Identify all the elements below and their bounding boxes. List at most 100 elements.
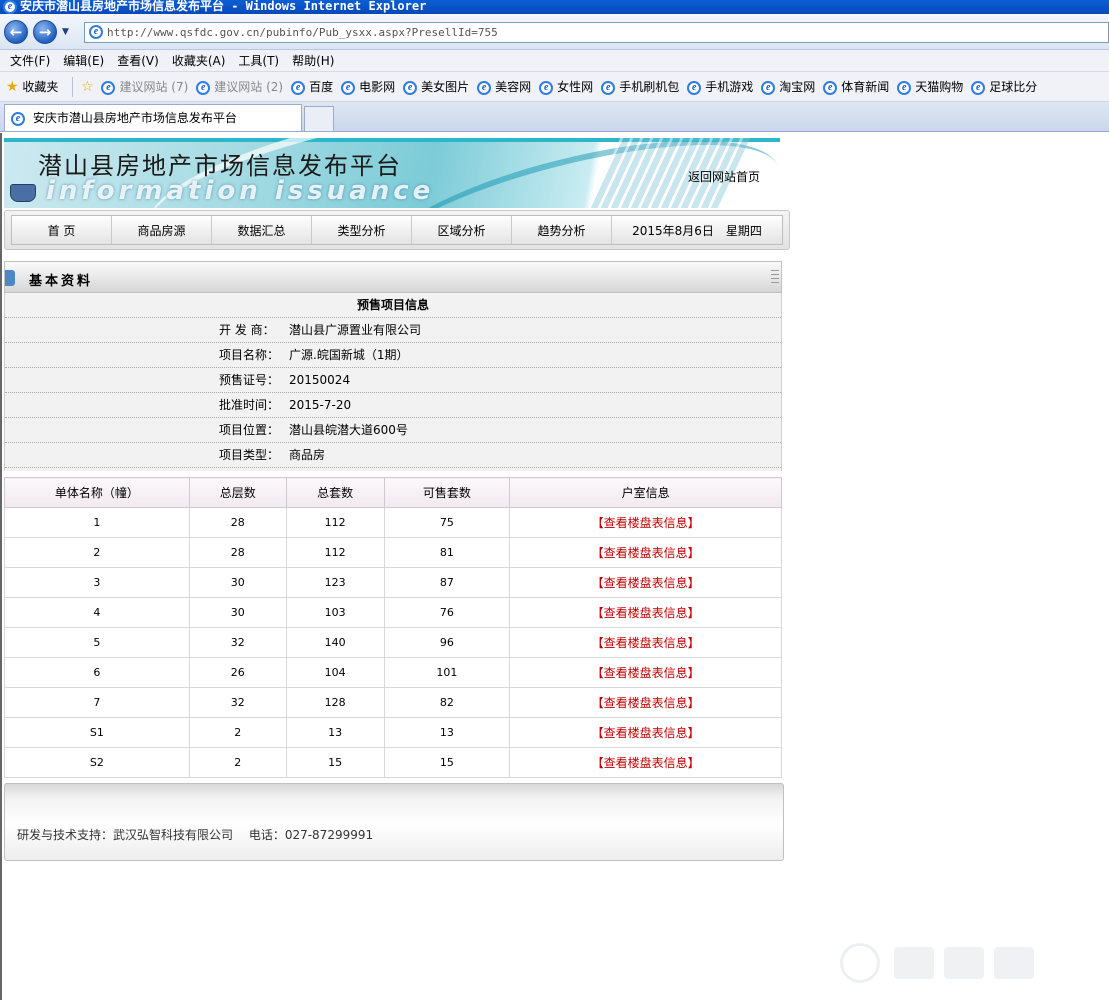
menu-item[interactable]: 收藏夹(A): [172, 50, 226, 72]
favorite-label: 美容网: [495, 80, 532, 94]
table-cell: 5: [4, 627, 190, 658]
nav-item[interactable]: 首 页: [12, 216, 112, 244]
back-home-link[interactable]: 返回网站首页: [688, 168, 760, 185]
menu-item[interactable]: 编辑(E): [63, 50, 104, 72]
favorite-link[interactable]: e 百度: [291, 72, 334, 101]
page-footer: 研发与技术支持：武汉弘智科技有限公司 电话：027-87299991: [4, 783, 784, 861]
table-cell: 2: [188, 747, 287, 778]
favorites-button[interactable]: ★ 收藏夹: [6, 72, 59, 101]
table-cell: 103: [285, 597, 385, 628]
favorite-link[interactable]: e 天猫购物: [897, 72, 963, 101]
favorite-link[interactable]: e 手机刷机包: [601, 72, 680, 101]
nav-item[interactable]: 区域分析: [412, 216, 512, 244]
view-floorplan-link[interactable]: 【查看楼盘表信息】: [509, 597, 782, 628]
watermark-glyph: [994, 947, 1034, 979]
favorite-link[interactable]: e 女性网: [539, 72, 593, 101]
table-row: 1 28 112 75 【查看楼盘表信息】: [4, 507, 782, 538]
favorite-link[interactable]: e 建议网站 (2): [196, 72, 283, 101]
favorite-link[interactable]: e 建议网站 (7): [101, 72, 189, 101]
favorite-ie-icon: e: [539, 80, 554, 95]
table-row: 5 32 140 96 【查看楼盘表信息】: [4, 627, 782, 658]
new-tab-button[interactable]: [304, 106, 334, 131]
favorite-label: 足球比分: [989, 80, 1038, 94]
favorite-label: 体育新闻: [841, 80, 890, 94]
info-value: 20150024: [289, 373, 351, 387]
favorite-link[interactable]: e 电影网: [341, 72, 396, 101]
history-dropdown-icon[interactable]: ▼: [62, 27, 69, 37]
view-floorplan-link[interactable]: 【查看楼盘表信息】: [509, 657, 782, 688]
favorite-label: 手机刷机包: [619, 80, 680, 94]
favorite-link[interactable]: e 足球比分: [971, 72, 1038, 101]
favorite-link[interactable]: e 淘宝网: [761, 72, 816, 101]
table-cell: 26: [188, 657, 287, 688]
nav-item[interactable]: 类型分析: [312, 216, 412, 244]
favorites-label: 收藏夹: [22, 80, 59, 94]
favorite-label: 百度: [309, 80, 334, 94]
table-body: 1 28 112 75 【查看楼盘表信息】 2 28 112 81 【查看楼盘表信息】 3 30 123…: [4, 507, 782, 778]
favorite-label: 建议网站 (7): [119, 80, 189, 94]
menu-item[interactable]: 工具(T): [238, 50, 279, 72]
nav-item[interactable]: 趋势分析: [512, 216, 612, 244]
table-cell: 101: [383, 657, 511, 688]
favorite-ie-icon: e: [477, 80, 492, 95]
table-cell: 104: [285, 657, 385, 688]
favorite-label: 淘宝网: [779, 80, 816, 94]
info-row: 项目名称： 广源.皖国新城（1期）: [5, 343, 781, 368]
view-floorplan-link[interactable]: 【查看楼盘表信息】: [509, 567, 782, 598]
add-favorite-icon[interactable]: ☆: [81, 72, 94, 101]
page-ie-icon: e: [89, 25, 103, 39]
table-cell: 28: [188, 537, 287, 568]
section-title: 基本资料: [29, 274, 94, 289]
watermark-glyph: [944, 947, 984, 979]
menu-item[interactable]: 查看(V): [117, 50, 159, 72]
banner-logo-icon: [10, 184, 36, 202]
info-row: 项目类型： 商品房: [5, 443, 781, 468]
presale-info-panel: 预售项目信息 开 发 商： 潜山县广源置业有限公司 项目名称： 广源.皖国新城（1期）…: [4, 293, 782, 471]
info-value: 商品房: [289, 448, 326, 462]
view-floorplan-link[interactable]: 【查看楼盘表信息】: [509, 747, 782, 778]
menu-item[interactable]: 文件(F): [10, 50, 50, 72]
favorites-star-icon: ★: [6, 79, 19, 95]
view-floorplan-link[interactable]: 【查看楼盘表信息】: [509, 717, 782, 748]
favorite-ie-icon: e: [196, 80, 211, 95]
favorite-link[interactable]: e 美容网: [477, 72, 532, 101]
table-row: 7 32 128 82 【查看楼盘表信息】: [4, 687, 782, 718]
tab-title: 安庆市潜山县房地产市场信息发布平台: [32, 111, 237, 125]
menu-item[interactable]: 帮助(H): [292, 50, 334, 72]
favorites-bar: ★ 收藏夹 ☆ e 建议网站 (7) e 建议网站 (2) e 百度 e 电影网 e 美女图片 e 美…: [0, 72, 1109, 102]
table-row: 3 30 123 87 【查看楼盘表信息】: [4, 567, 782, 598]
column-header: 单体名称（幢）: [4, 477, 190, 508]
favorite-link[interactable]: e 美女图片: [403, 72, 470, 101]
favorite-link[interactable]: e 手机游戏: [687, 72, 754, 101]
back-button[interactable]: ←: [4, 20, 28, 44]
table-cell: 15: [285, 747, 385, 778]
favorite-label: 手机游戏: [705, 80, 754, 94]
favorite-ie-icon: e: [403, 80, 418, 95]
site-subtitle: information issuance: [46, 176, 435, 206]
favorite-label: 电影网: [359, 80, 396, 94]
tab-bar: e 安庆市潜山县房地产市场信息发布平台: [0, 102, 1109, 132]
info-value: 广源.皖国新城（1期）: [289, 348, 409, 362]
nav-item[interactable]: 数据汇总: [212, 216, 312, 244]
view-floorplan-link[interactable]: 【查看楼盘表信息】: [509, 537, 782, 568]
favorite-ie-icon: e: [761, 80, 776, 95]
info-value: 潜山县皖潜大道600号: [289, 423, 408, 437]
table-cell: 2: [4, 537, 190, 568]
nav-date: 2015年8月6日 星期四: [632, 224, 762, 238]
address-bar[interactable]: e http://www.qsfdc.gov.cn/pubinfo/Pub_ys…: [84, 22, 1109, 43]
view-floorplan-link[interactable]: 【查看楼盘表信息】: [509, 687, 782, 718]
table-cell: S2: [4, 747, 190, 778]
nav-item[interactable]: 商品房源: [112, 216, 212, 244]
favorite-link[interactable]: e 体育新闻: [823, 72, 890, 101]
table-row: S1 2 13 13 【查看楼盘表信息】: [4, 717, 782, 748]
view-floorplan-link[interactable]: 【查看楼盘表信息】: [509, 507, 782, 538]
window-title: 安庆市潜山县房地产市场信息发布平台 - Windows Internet Exp…: [20, 0, 427, 13]
table-cell: 28: [188, 507, 287, 538]
table-cell: 13: [383, 717, 511, 748]
view-floorplan-link[interactable]: 【查看楼盘表信息】: [509, 627, 782, 658]
favorite-label: 美女图片: [421, 80, 470, 94]
column-header: 总套数: [285, 477, 385, 508]
building-units-table: 单体名称（幢） 总层数 总套数 可售套数 户室信息 1 28 112 75 【查看楼盘表信息】 2…: [4, 477, 782, 778]
tab-current[interactable]: e 安庆市潜山县房地产市场信息发布平台: [4, 104, 302, 131]
forward-button[interactable]: →: [33, 20, 57, 44]
